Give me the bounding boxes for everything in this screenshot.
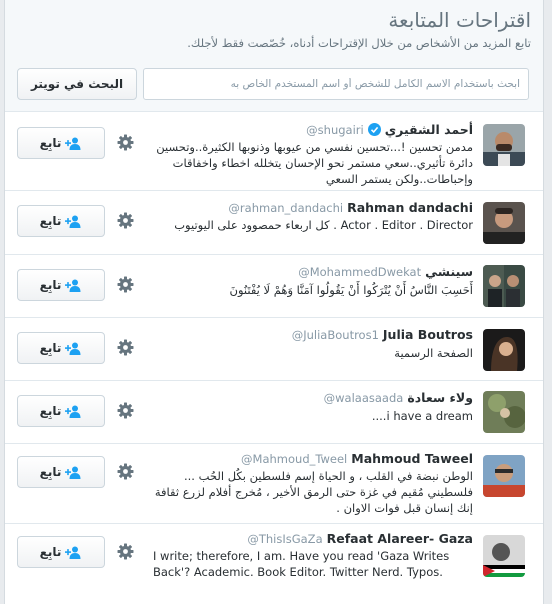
user-namebar: Mahmoud Taweel @Mahmoud_Tweel [241, 451, 473, 466]
user-handle[interactable]: @walaasaada [324, 391, 404, 405]
user-namebar: Rahman dandachi @rahman_dandachi [228, 200, 473, 215]
user-name[interactable]: أحمد الشقيري [385, 122, 473, 137]
add-user-icon [65, 279, 81, 292]
follow-label: تابِع [39, 278, 62, 292]
list-item: تابِع سينشي @MohammedDwekat أَحَسِبَ الن… [5, 255, 543, 318]
page-subtitle: تابع المزيد من الأشخاص من خلال الإقتراحا… [187, 36, 531, 50]
user-handle[interactable]: @JuliaBoutros1 [292, 328, 379, 342]
user-handle[interactable]: @rahman_dandachi [228, 201, 343, 215]
gear-icon[interactable] [117, 212, 134, 229]
gear-icon[interactable] [117, 339, 134, 356]
user-name[interactable]: Refaat Alareer- Gaza [327, 531, 473, 546]
page-title: اقتراحات المتابعة [388, 8, 531, 32]
user-handle[interactable]: @MohammedDwekat [298, 265, 421, 279]
user-bio: الوطن نبضة في القلب ، و الحياة إسم فلسطي… [154, 469, 473, 515]
follow-button[interactable]: تابِع [17, 536, 105, 568]
avatar[interactable] [483, 329, 525, 371]
follow-label: تابِع [39, 545, 62, 559]
follow-button[interactable]: تابِع [17, 205, 105, 237]
add-user-icon [65, 546, 81, 559]
add-user-icon [65, 137, 81, 150]
follow-button[interactable]: تابِع [17, 269, 105, 301]
user-namebar: Refaat Alareer- Gaza @ThisIsGaZa [247, 531, 473, 546]
gear-icon[interactable] [117, 543, 134, 560]
user-bio: i have a dream.... [371, 409, 473, 423]
search-twitter-button[interactable]: البحث في تويتر [17, 68, 137, 100]
list-item: تابِع Mahmoud Taweel @Mahmoud_Tweel الوط… [5, 444, 543, 524]
user-bio: مدمن تحسين !...تحسين نفسي من عيوبها وذنو… [156, 140, 473, 186]
add-user-icon [65, 215, 81, 228]
gear-icon[interactable] [117, 134, 134, 151]
gear-icon[interactable] [117, 276, 134, 293]
follow-label: تابِع [39, 341, 62, 355]
follow-button[interactable]: تابِع [17, 332, 105, 364]
user-handle[interactable]: @ThisIsGaZa [247, 532, 322, 546]
user-bio: الصفحة الرسمية [394, 346, 473, 360]
follow-label: تابِع [39, 404, 62, 418]
follow-button[interactable]: تابِع [17, 456, 105, 488]
add-user-icon [65, 405, 81, 418]
user-name[interactable]: ولاء سعادة [407, 390, 473, 405]
list-item: تابِع Julia Boutros @JuliaBoutros1 الصفح… [5, 318, 543, 381]
who-to-follow-panel: اقتراحات المتابعة تابع المزيد من الأشخاص… [4, 0, 544, 604]
user-name[interactable]: Julia Boutros [383, 327, 473, 342]
gear-icon[interactable] [117, 402, 134, 419]
panel-header: اقتراحات المتابعة تابع المزيد من الأشخاص… [5, 0, 543, 112]
user-bio: Actor . Editor . Director . كل اربعاء حم… [174, 218, 473, 232]
suggestion-list: تابِع أحمد الشقيري @shugairi مدمن تحسين … [5, 113, 543, 604]
gear-icon[interactable] [117, 463, 134, 480]
user-namebar: ولاء سعادة @walaasaada [324, 390, 473, 405]
user-namebar: أحمد الشقيري @shugairi [306, 122, 473, 137]
follow-button[interactable]: تابِع [17, 127, 105, 159]
list-item: تابِع أحمد الشقيري @shugairi مدمن تحسين … [5, 113, 543, 191]
list-item: تابِع Rahman dandachi @rahman_dandachi A… [5, 191, 543, 255]
avatar[interactable] [483, 124, 525, 166]
user-bio: I write; therefore, I am. Have you read … [153, 549, 450, 579]
follow-label: تابِع [39, 214, 62, 228]
search-input[interactable] [143, 68, 529, 100]
user-bio: أَحَسِبَ النَّاسُ أَنْ يُتْرَكُوا أَنْ ي… [229, 283, 473, 297]
verified-badge-icon [367, 123, 381, 136]
avatar[interactable] [483, 202, 525, 244]
user-namebar: سينشي @MohammedDwekat [298, 264, 473, 279]
add-user-icon [65, 466, 81, 479]
avatar[interactable] [483, 455, 525, 497]
avatar[interactable] [483, 535, 525, 577]
add-user-icon [65, 342, 81, 355]
follow-button[interactable]: تابِع [17, 395, 105, 427]
user-handle[interactable]: @Mahmoud_Tweel [241, 452, 347, 466]
list-item: تابِع ولاء سعادة @walaasaada i have a dr… [5, 381, 543, 444]
user-namebar: Julia Boutros @JuliaBoutros1 [292, 327, 473, 342]
avatar[interactable] [483, 391, 525, 433]
follow-label: تابِع [39, 136, 62, 150]
user-name[interactable]: Mahmoud Taweel [351, 451, 473, 466]
list-item: تابِع Refaat Alareer- Gaza @ThisIsGaZa I… [5, 524, 543, 604]
avatar[interactable] [483, 265, 525, 307]
user-name[interactable]: سينشي [425, 264, 473, 279]
follow-label: تابِع [39, 465, 62, 479]
user-name[interactable]: Rahman dandachi [347, 200, 473, 215]
user-handle[interactable]: @shugairi [306, 123, 364, 137]
